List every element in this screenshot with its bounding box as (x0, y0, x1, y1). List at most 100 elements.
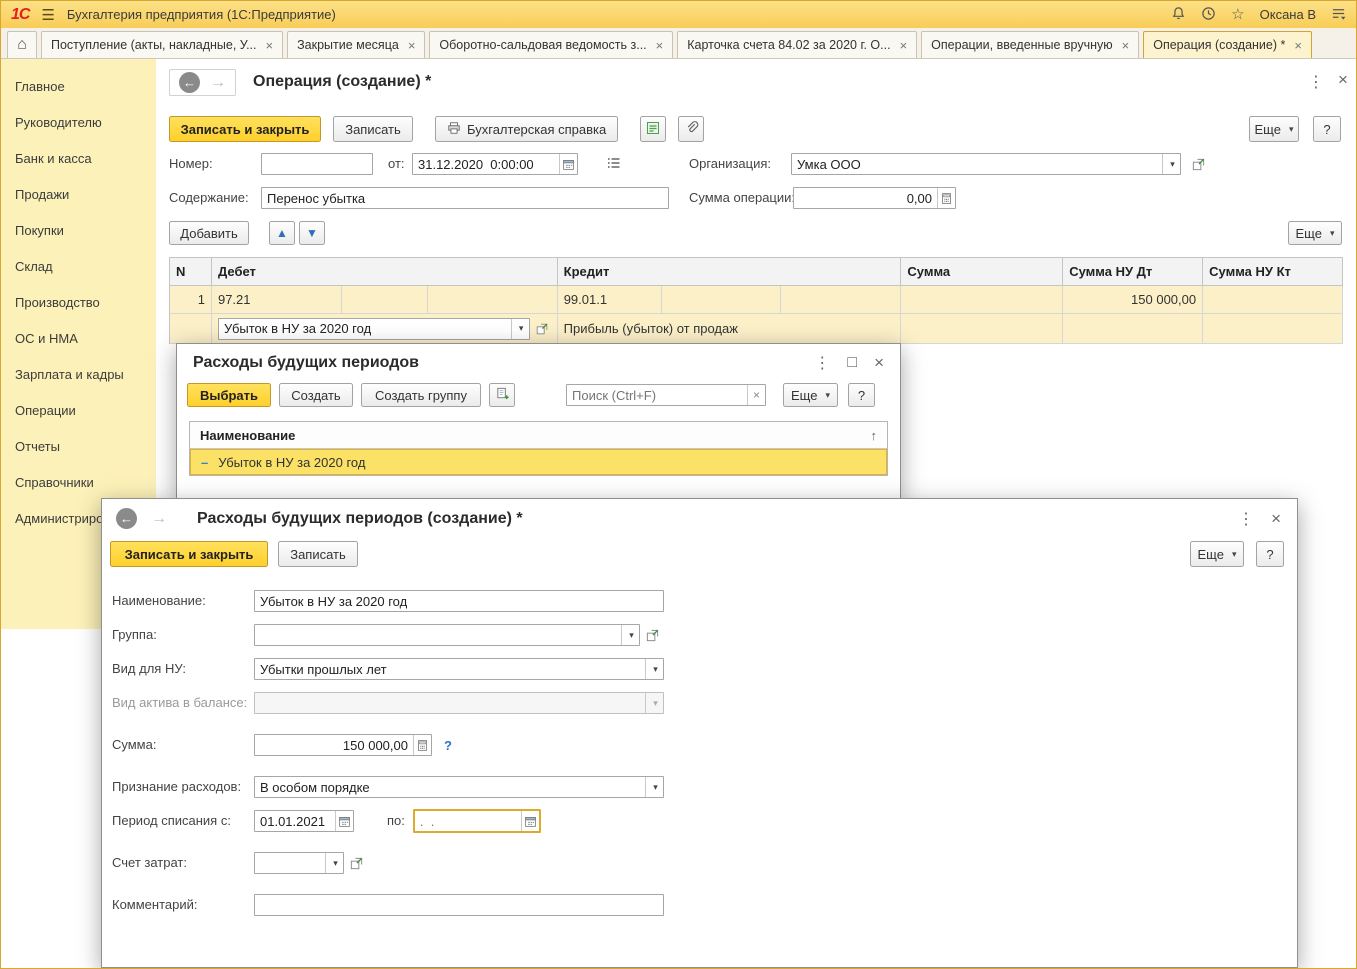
move-row-down-button[interactable]: ▼ (299, 221, 325, 245)
save-close-button[interactable]: Записать и закрыть (169, 116, 321, 142)
col-header-n[interactable]: N (170, 258, 212, 286)
column-name-header[interactable]: Наименование (200, 428, 295, 443)
maximize-icon[interactable]: □ (847, 354, 857, 372)
more-button[interactable]: Еще ▾ (1190, 541, 1244, 567)
kebab-menu-icon[interactable]: ⋮ (1238, 509, 1254, 529)
kebab-menu-icon[interactable]: ⋮ (1308, 72, 1324, 92)
attachments-button[interactable] (678, 116, 704, 142)
sidebar-item-otchety[interactable]: Отчеты (1, 429, 156, 465)
tab-close-icon[interactable]: × (1122, 39, 1130, 52)
forward-button[interactable]: → (151, 510, 167, 527)
save-button[interactable]: Записать (333, 116, 413, 142)
organization-input[interactable] (792, 154, 1162, 174)
col-header-amount[interactable]: Сумма (901, 258, 1064, 286)
cost-account-open-icon[interactable] (347, 853, 365, 873)
clear-search-icon[interactable]: × (747, 385, 765, 405)
home-tab[interactable]: ⌂ (7, 31, 37, 58)
calendar-icon[interactable] (520, 811, 539, 831)
table-row[interactable]: 1 97.21 99.01.1 150 000,00 (170, 286, 1343, 314)
sidebar-item-operacii[interactable]: Операции (1, 393, 156, 429)
chevron-down-icon[interactable]: ▾ (645, 659, 663, 679)
sidebar-item-pokupki[interactable]: Покупки (1, 213, 156, 249)
save-button[interactable]: Записать (278, 541, 358, 567)
col-header-amount-nu-dt[interactable]: Сумма НУ Дт (1063, 258, 1204, 286)
col-header-debit[interactable]: Дебет (211, 258, 558, 286)
cell-credit-sub2[interactable] (781, 286, 902, 314)
forward-button[interactable]: → (210, 74, 226, 91)
period-to-input[interactable] (414, 811, 521, 831)
more-button[interactable]: Еще ▾ (1249, 116, 1299, 142)
col-header-amount-nu-kt[interactable]: Сумма НУ Кт (1203, 258, 1344, 286)
cell-amount-nu-kt[interactable] (1203, 286, 1343, 314)
calculator-icon[interactable] (937, 188, 955, 208)
tab-close-icon[interactable]: × (656, 39, 664, 52)
tab-postuplenie[interactable]: Поступление (акты, накладные, У... × (41, 31, 284, 58)
search-input[interactable] (567, 385, 747, 405)
main-menu-icon[interactable]: ☰ (41, 6, 54, 24)
name-input[interactable] (254, 590, 664, 612)
debit-subconto-input[interactable] (218, 318, 511, 339)
sidebar-item-rukovoditelyu[interactable]: Руководителю (1, 105, 156, 141)
notifications-bell-icon[interactable] (1171, 6, 1186, 24)
create-button[interactable]: Создать (279, 383, 353, 407)
kebab-menu-icon[interactable]: ⋮ (814, 353, 830, 373)
calendar-icon[interactable] (335, 811, 353, 831)
calendar-icon[interactable] (559, 154, 577, 174)
sidebar-item-glavnoe[interactable]: Главное (1, 69, 156, 105)
tab-close-icon[interactable]: × (408, 39, 416, 52)
period-from-input[interactable] (255, 811, 335, 831)
operation-amount-input[interactable] (794, 188, 937, 208)
sidebar-item-bank-i-kassa[interactable]: Банк и касса (1, 141, 156, 177)
favorites-star-icon[interactable]: ☆ (1231, 7, 1244, 22)
chevron-down-icon[interactable]: ▾ (325, 853, 343, 873)
sort-ascending-icon[interactable]: ↑ (871, 428, 878, 443)
content-input[interactable] (261, 187, 669, 209)
number-input[interactable] (261, 153, 373, 175)
cost-account-input[interactable] (255, 853, 325, 873)
add-row-button[interactable]: Добавить (169, 221, 249, 245)
nu-kind-input[interactable] (255, 659, 645, 679)
debit-subconto-open-icon[interactable] (533, 319, 551, 339)
cell-debit-account[interactable]: 97.21 (211, 286, 342, 314)
close-dialog-icon[interactable]: × (1271, 509, 1281, 529)
close-form-icon[interactable]: × (1338, 70, 1348, 90)
chevron-down-icon[interactable]: ▾ (510, 318, 529, 339)
date-list-icon[interactable] (606, 155, 622, 174)
group-open-icon[interactable] (643, 625, 661, 645)
back-button[interactable]: ← (179, 72, 200, 93)
amount-hint-icon[interactable]: ? (444, 738, 452, 753)
table-more-button[interactable]: Еще ▾ (1288, 221, 1342, 245)
cell-credit-account[interactable]: 99.01.1 (557, 286, 662, 314)
date-input[interactable] (413, 154, 559, 174)
close-dialog-icon[interactable]: × (874, 353, 884, 373)
help-button[interactable]: ? (1313, 116, 1341, 142)
cell-amount-nu-dt[interactable]: 150 000,00 (1063, 286, 1204, 314)
save-close-button[interactable]: Записать и закрыть (110, 541, 268, 567)
select-button[interactable]: Выбрать (187, 383, 271, 407)
service-menu-icon[interactable] (1331, 6, 1346, 24)
cell-amount[interactable] (901, 286, 1064, 314)
move-row-up-button[interactable]: ▲ (269, 221, 295, 245)
accounting-reference-button[interactable]: Бухгалтерская справка (435, 116, 619, 142)
back-button[interactable]: ← (116, 508, 137, 529)
tab-close-icon[interactable]: × (1294, 39, 1302, 52)
comment-input[interactable] (254, 894, 664, 916)
tab-kartochka-scheta[interactable]: Карточка счета 84.02 за 2020 г. О... × (677, 31, 918, 58)
list-header[interactable]: Наименование ↑ (190, 422, 887, 449)
help-button[interactable]: ? (1256, 541, 1284, 567)
cell-debit-sub2[interactable] (427, 286, 558, 314)
chevron-down-icon[interactable]: ▾ (645, 777, 663, 797)
chevron-down-icon[interactable]: ▾ (1162, 154, 1180, 174)
sidebar-item-proizvodstvo[interactable]: Производство (1, 285, 156, 321)
chevron-down-icon[interactable]: ▾ (621, 625, 639, 645)
more-button[interactable]: Еще ▾ (783, 383, 838, 407)
help-button[interactable]: ? (848, 383, 875, 407)
recognition-input[interactable] (255, 777, 645, 797)
list-item-selected[interactable]: – Убыток в НУ за 2020 год (190, 449, 887, 475)
group-input[interactable] (255, 625, 621, 645)
sidebar-item-os-i-nma[interactable]: ОС и НМА (1, 321, 156, 357)
cell-credit-sub1[interactable] (661, 286, 782, 314)
cell-debit-sub1[interactable] (341, 286, 428, 314)
tab-operacia-sozdanie[interactable]: Операция (создание) * × (1143, 31, 1312, 58)
create-group-button[interactable]: Создать группу (361, 383, 481, 407)
